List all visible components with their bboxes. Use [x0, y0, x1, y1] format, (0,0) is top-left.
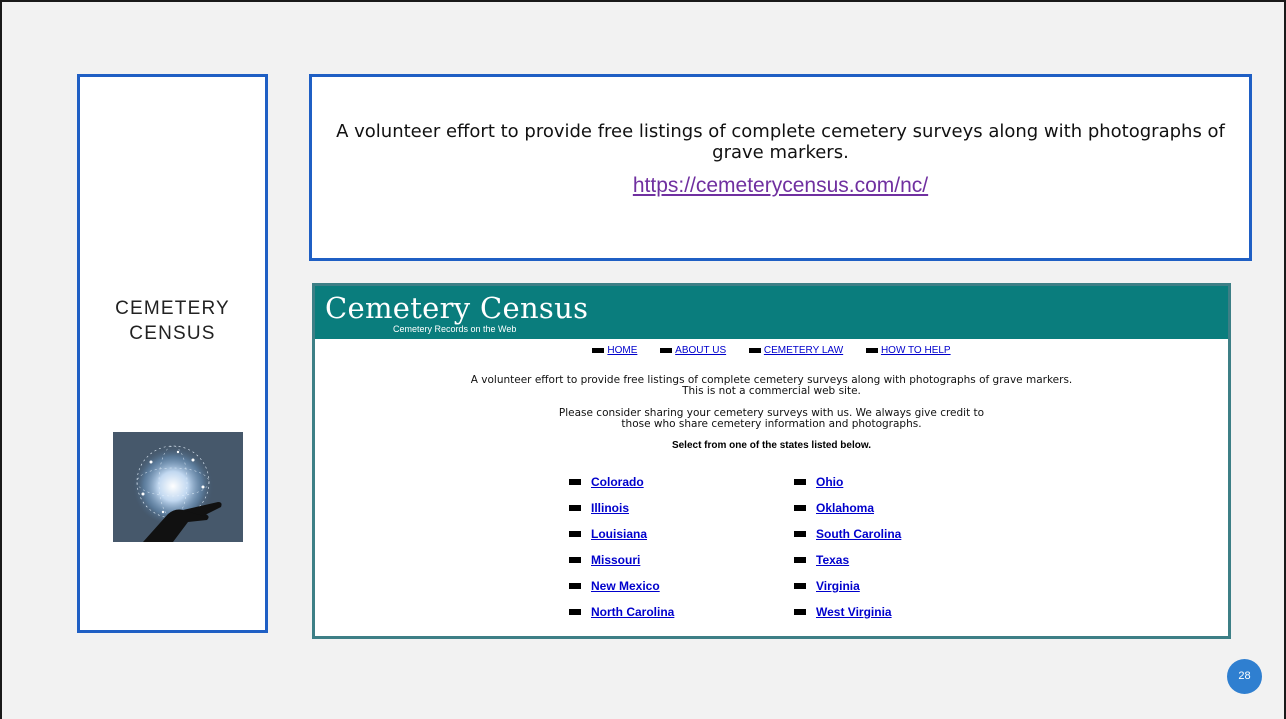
- site-title: Cemetery Census: [325, 291, 589, 325]
- state-label[interactable]: West Virginia: [816, 605, 892, 619]
- square-bullet-icon: [794, 608, 806, 615]
- square-bullet-icon: [569, 530, 581, 537]
- state-link[interactable]: Virginia: [794, 579, 860, 593]
- state-label[interactable]: South Carolina: [816, 527, 901, 541]
- nav-item-about[interactable]: ABOUT US: [660, 345, 726, 356]
- square-bullet-icon: [794, 504, 806, 511]
- share-line-2: those who share cemetery information and…: [621, 418, 922, 430]
- state-label[interactable]: Oklahoma: [816, 501, 874, 515]
- site-subtitle: Cemetery Records on the Web: [393, 324, 517, 334]
- state-link[interactable]: Ohio: [794, 475, 843, 489]
- nav-link-help[interactable]: HOW TO HELP: [881, 345, 951, 356]
- description-text: A volunteer effort to provide free listi…: [336, 121, 1225, 163]
- square-bullet-icon: [569, 504, 581, 511]
- site-link[interactable]: https://cemeterycensus.com/nc/: [633, 174, 928, 198]
- state-link[interactable]: Texas: [794, 553, 849, 567]
- state-link[interactable]: Illinois: [569, 501, 629, 515]
- description-box: A volunteer effort to provide free listi…: [309, 74, 1252, 261]
- state-label[interactable]: Ohio: [816, 475, 843, 489]
- section-title-line1: CEMETERY: [115, 298, 230, 319]
- state-link[interactable]: Colorado: [569, 475, 644, 489]
- square-bullet-icon: [865, 347, 878, 353]
- state-link[interactable]: Oklahoma: [794, 501, 874, 515]
- square-bullet-icon: [569, 582, 581, 589]
- square-bullet-icon: [794, 556, 806, 563]
- page-number-badge: 28: [1227, 659, 1262, 694]
- nav-item-help[interactable]: HOW TO HELP: [865, 345, 951, 356]
- square-bullet-icon: [794, 478, 806, 485]
- nav-item-law[interactable]: CEMETERY LAW: [748, 345, 843, 356]
- state-label[interactable]: Virginia: [816, 579, 860, 593]
- square-bullet-icon: [748, 347, 761, 353]
- nav-item-home[interactable]: HOME: [592, 345, 637, 356]
- nav-link-law[interactable]: CEMETERY LAW: [764, 345, 843, 356]
- state-label[interactable]: Louisiana: [591, 527, 647, 541]
- site-nav: HOME ABOUT US CEMETERY LAW HOW TO HELP: [315, 345, 1228, 356]
- section-title: CEMETERY CENSUS: [80, 296, 265, 346]
- state-label[interactable]: North Carolina: [591, 605, 674, 619]
- nav-link-home[interactable]: HOME: [607, 345, 637, 356]
- state-label[interactable]: New Mexico: [591, 579, 660, 593]
- square-bullet-icon: [569, 608, 581, 615]
- state-link[interactable]: New Mexico: [569, 579, 660, 593]
- state-link[interactable]: Louisiana: [569, 527, 647, 541]
- state-label[interactable]: Missouri: [591, 553, 640, 567]
- state-link[interactable]: Missouri: [569, 553, 640, 567]
- state-label[interactable]: Texas: [816, 553, 849, 567]
- state-label[interactable]: Illinois: [591, 501, 629, 515]
- left-panel: CEMETERY CENSUS: [77, 74, 268, 633]
- globe-hand-icon: [113, 432, 243, 542]
- square-bullet-icon: [592, 347, 605, 353]
- square-bullet-icon: [569, 478, 581, 485]
- state-link[interactable]: North Carolina: [569, 605, 674, 619]
- globe-hand-image: [113, 432, 243, 542]
- select-prompt: Select from one of the states listed bel…: [671, 440, 872, 451]
- square-bullet-icon: [794, 582, 806, 589]
- square-bullet-icon: [660, 347, 673, 353]
- square-bullet-icon: [569, 556, 581, 563]
- nav-link-about[interactable]: ABOUT US: [675, 345, 726, 356]
- site-header: Cemetery Census Cemetery Records on the …: [315, 286, 1228, 339]
- intro-line-2: This is not a commercial web site.: [682, 385, 861, 397]
- website-screenshot: Cemetery Census Cemetery Records on the …: [312, 283, 1231, 639]
- slide: CEMETERY CENSUS A volunteer effort to pr…: [0, 0, 1286, 719]
- state-label[interactable]: Colorado: [591, 475, 644, 489]
- section-title-line2: CENSUS: [129, 323, 216, 344]
- state-link[interactable]: West Virginia: [794, 605, 892, 619]
- state-link[interactable]: South Carolina: [794, 527, 901, 541]
- square-bullet-icon: [794, 530, 806, 537]
